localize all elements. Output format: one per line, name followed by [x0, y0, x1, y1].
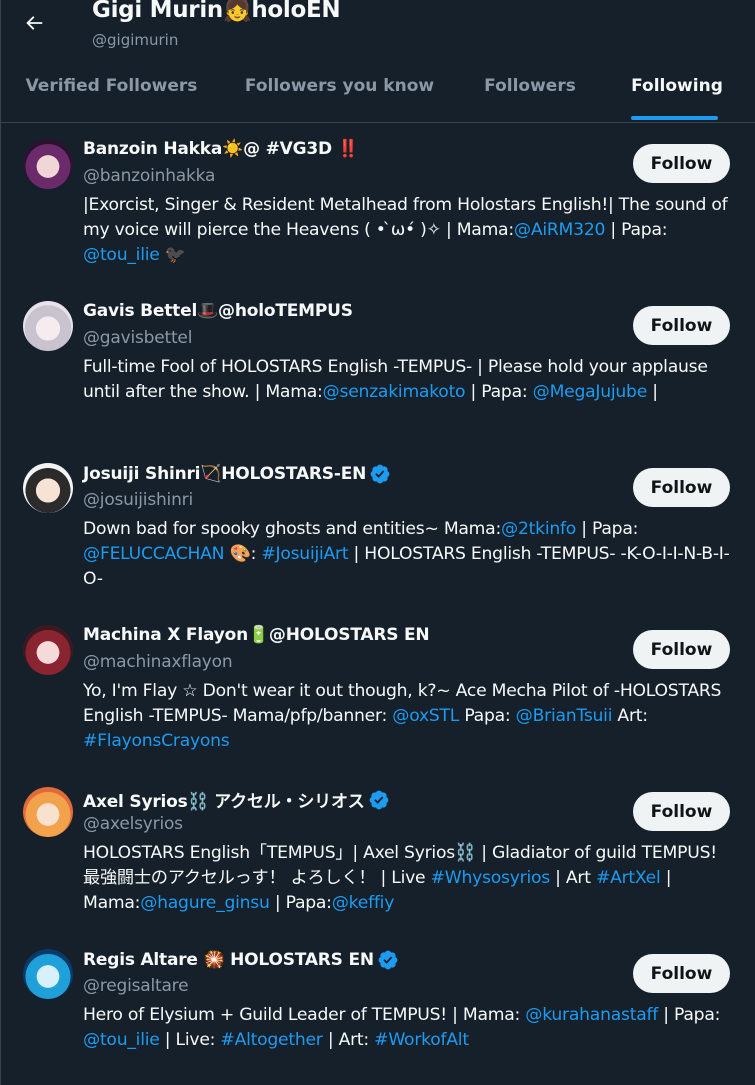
bio-text: | [647, 382, 658, 402]
follow-button[interactable]: Follow [633, 954, 730, 993]
user-handle[interactable]: @axelsyrios [83, 814, 183, 834]
back-button[interactable] [15, 4, 53, 42]
bio-text: | Papa: [465, 382, 533, 402]
tab-label: Followers [484, 76, 576, 96]
hashtag-link[interactable]: #Altogether [220, 1030, 322, 1050]
user-display-name-text: Axel Syrios⛓️ アクセル・シリオス [83, 792, 365, 812]
app-window: Gigi Murin👧holoEN @gigimurin Verified Fo… [0, 0, 755, 1085]
avatar[interactable] [23, 625, 73, 675]
mention-link[interactable]: @tou_ilie [83, 1030, 160, 1050]
avatar[interactable] [23, 139, 73, 189]
mention-link[interactable]: @kurahanastaff [525, 1005, 658, 1025]
bio-text: | Live: [159, 1030, 221, 1050]
mention-link[interactable]: @tou_ilie [83, 245, 160, 265]
user-display-name[interactable]: Machina X Flayon🔋@HOLOSTARS EN [83, 625, 430, 645]
user-bio: Down bad for spooky ghosts and entities~… [83, 517, 733, 592]
profile-header: Gigi Murin👧holoEN @gigimurin [1, 0, 755, 70]
verified-badge-icon[interactable] [377, 949, 399, 971]
avatar[interactable] [23, 787, 73, 837]
bio-text: Down bad for spooky ghosts and entities~… [83, 519, 501, 539]
bio-text: | Papa: [658, 1005, 721, 1025]
active-tab-indicator [631, 116, 718, 120]
avatar[interactable] [23, 463, 73, 513]
user-display-name-text: Banzoin Hakka☀️@ #VG3D ‼️ [83, 139, 359, 159]
mention-link[interactable]: @BrianTsuii [516, 706, 613, 726]
mention-link[interactable]: @oxSTL [392, 706, 459, 726]
user-cell[interactable]: Machina X Flayon🔋@HOLOSTARS EN @machinaxf… [1, 609, 755, 771]
user-display-name-text: Gavis Bettel🎩@holoTEMPUS [83, 301, 353, 321]
bio-text: | Papa: [269, 893, 332, 913]
user-handle[interactable]: @gavisbettel [83, 328, 192, 348]
scrollbar[interactable] [749, 0, 755, 1085]
avatar[interactable] [23, 949, 73, 999]
user-handle[interactable]: @regisaltare [83, 976, 189, 996]
mention-link[interactable]: @2tkinfo [501, 519, 576, 539]
bio-text: | Art [549, 868, 596, 888]
tab-followers-you-know[interactable]: Followers you know [222, 70, 457, 122]
bio-text: 🐦‍⬛ [159, 245, 186, 265]
tab-verified-followers[interactable]: Verified Followers [1, 70, 222, 122]
arrow-left-icon [26, 16, 43, 30]
bio-text: Hero of Elysium + Guild Leader of TEMPUS… [83, 1005, 526, 1025]
follow-button[interactable]: Follow [633, 144, 730, 183]
mention-link[interactable]: @AiRM320 [514, 220, 606, 240]
bio-text: | Papa: [576, 519, 639, 539]
tab-followers[interactable]: Followers [457, 70, 603, 122]
tab-following[interactable]: Following [603, 70, 751, 122]
verified-badge-icon[interactable] [368, 789, 390, 811]
bio-text: | Art: [322, 1030, 375, 1050]
user-bio: |Exorcist, Singer & Resident Metalhead f… [83, 193, 733, 268]
user-cell[interactable]: Josuiji Shinri🏹HOLOSTARS-EN @josuijishinr… [1, 447, 755, 609]
mention-link[interactable]: @hagure_ginsu [140, 893, 270, 913]
avatar[interactable] [23, 301, 73, 351]
user-cell[interactable]: Gavis Bettel🎩@holoTEMPUS @gavisbettel Full… [1, 285, 755, 447]
user-display-name[interactable]: Josuiji Shinri🏹HOLOSTARS-EN [83, 463, 391, 485]
hashtag-link[interactable]: #FlayonsCrayons [83, 731, 230, 751]
user-handle[interactable]: @josuijishinri [83, 490, 193, 510]
user-handle[interactable]: @machinaxflayon [83, 652, 233, 672]
profile-name: Gigi Murin👧holoEN [92, 0, 341, 23]
user-bio: HOLOSTARS English「TEMPUS」| Axel Syrios⛓️… [83, 841, 733, 916]
user-handle[interactable]: @banzoinhakka [83, 166, 215, 186]
user-bio: Yo, I'm Flay ☆ Don't wear it out though,… [83, 679, 733, 754]
user-display-name[interactable]: Axel Syrios⛓️ アクセル・シリオス [83, 787, 390, 812]
user-cell[interactable]: Banzoin Hakka☀️@ #VG3D ‼️ @banzoinhakka |E… [1, 123, 755, 285]
hashtag-link[interactable]: #JosuijiArt [261, 544, 348, 564]
mention-link[interactable]: @keffiy [332, 893, 395, 913]
user-display-name-text: Machina X Flayon🔋@HOLOSTARS EN [83, 625, 430, 645]
bio-text: Art: [612, 706, 648, 726]
follow-button[interactable]: Follow [633, 792, 730, 831]
user-cell[interactable]: Regis Altare 🎇 HOLOSTARS EN @regisaltare H… [1, 933, 755, 1085]
profile-handle: @gigimurin [92, 31, 179, 49]
bio-text: 🎨: [224, 544, 262, 564]
mention-link[interactable]: @MegaJujube [533, 382, 648, 402]
user-cell[interactable]: Axel Syrios⛓️ アクセル・シリオス @axelsyrios HOLOST… [1, 771, 755, 933]
verified-badge-icon[interactable] [369, 463, 391, 485]
user-display-name[interactable]: Banzoin Hakka☀️@ #VG3D ‼️ [83, 139, 359, 159]
tab-label: Followers you know [244, 76, 435, 96]
user-display-name-text: Regis Altare 🎇 HOLOSTARS EN [83, 950, 374, 970]
follow-button[interactable]: Follow [633, 468, 730, 507]
hashtag-link[interactable]: #WorkofAlt [374, 1030, 469, 1050]
hashtag-link[interactable]: #Whysosyrios [431, 868, 551, 888]
follow-button[interactable]: Follow [633, 630, 730, 669]
user-display-name[interactable]: Gavis Bettel🎩@holoTEMPUS [83, 301, 353, 321]
following-list: Banzoin Hakka☀️@ #VG3D ‼️ @banzoinhakka |E… [1, 123, 755, 1085]
hashtag-link[interactable]: #ArtXel [596, 868, 661, 888]
bio-text: | Papa: [605, 220, 668, 240]
user-bio: Full-time Fool of HOLOSTARS English -TEM… [83, 355, 733, 405]
tab-label: Following [631, 76, 723, 96]
bio-text: Papa: [459, 706, 516, 726]
user-display-name-text: Josuiji Shinri🏹HOLOSTARS-EN [83, 464, 367, 484]
mention-link[interactable]: @FELUCCACHAN [83, 544, 224, 564]
mention-link[interactable]: @senzakimakoto [323, 382, 466, 402]
tab-bar: Verified Followers Followers you know Fo… [1, 70, 755, 123]
follow-button[interactable]: Follow [633, 306, 730, 345]
tab-label: Verified Followers [25, 76, 198, 96]
user-bio: Hero of Elysium + Guild Leader of TEMPUS… [83, 1003, 733, 1053]
user-display-name[interactable]: Regis Altare 🎇 HOLOSTARS EN [83, 949, 399, 971]
